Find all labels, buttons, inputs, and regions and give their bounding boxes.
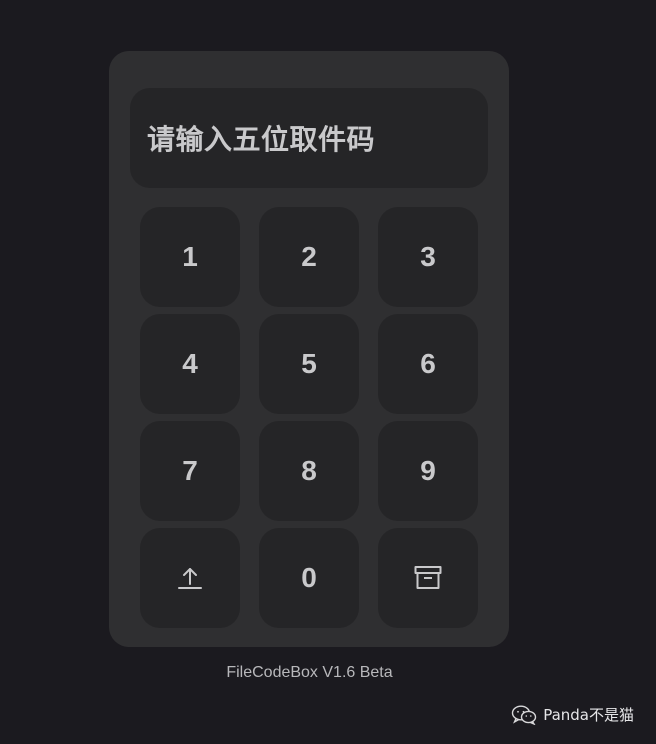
key-7-label: 7 [182, 455, 198, 486]
key-2[interactable]: 2 [259, 207, 359, 307]
code-display[interactable]: 请输入五位取件码 [130, 88, 488, 188]
key-3-label: 3 [420, 241, 436, 272]
key-0-label: 0 [301, 562, 317, 593]
upload-button[interactable] [140, 528, 240, 628]
upload-icon [177, 565, 203, 591]
key-7[interactable]: 7 [140, 421, 240, 521]
archive-box-icon [414, 565, 442, 591]
key-6[interactable]: 6 [378, 314, 478, 414]
number-keypad: 1 2 3 4 5 6 7 8 9 0 [140, 207, 478, 628]
key-4-label: 4 [182, 348, 198, 379]
key-3[interactable]: 3 [378, 207, 478, 307]
key-5[interactable]: 5 [259, 314, 359, 414]
key-9[interactable]: 9 [378, 421, 478, 521]
key-8[interactable]: 8 [259, 421, 359, 521]
key-6-label: 6 [420, 348, 436, 379]
key-9-label: 9 [420, 455, 436, 486]
watermark: Panda不是猫 [511, 704, 634, 725]
key-2-label: 2 [301, 241, 317, 272]
version-footer: FileCodeBox V1.6 Beta [226, 664, 393, 681]
wechat-icon [511, 704, 537, 725]
archive-button[interactable] [378, 528, 478, 628]
code-display-placeholder: 请输入五位取件码 [147, 123, 376, 156]
watermark-text: Panda不是猫 [543, 706, 634, 724]
pickup-code-card: 请输入五位取件码 1 2 3 4 5 6 7 8 9 0 [109, 51, 509, 647]
key-1-label: 1 [182, 241, 198, 272]
key-8-label: 8 [301, 455, 317, 486]
key-0[interactable]: 0 [259, 528, 359, 628]
key-1[interactable]: 1 [140, 207, 240, 307]
key-4[interactable]: 4 [140, 314, 240, 414]
key-5-label: 5 [301, 348, 317, 379]
